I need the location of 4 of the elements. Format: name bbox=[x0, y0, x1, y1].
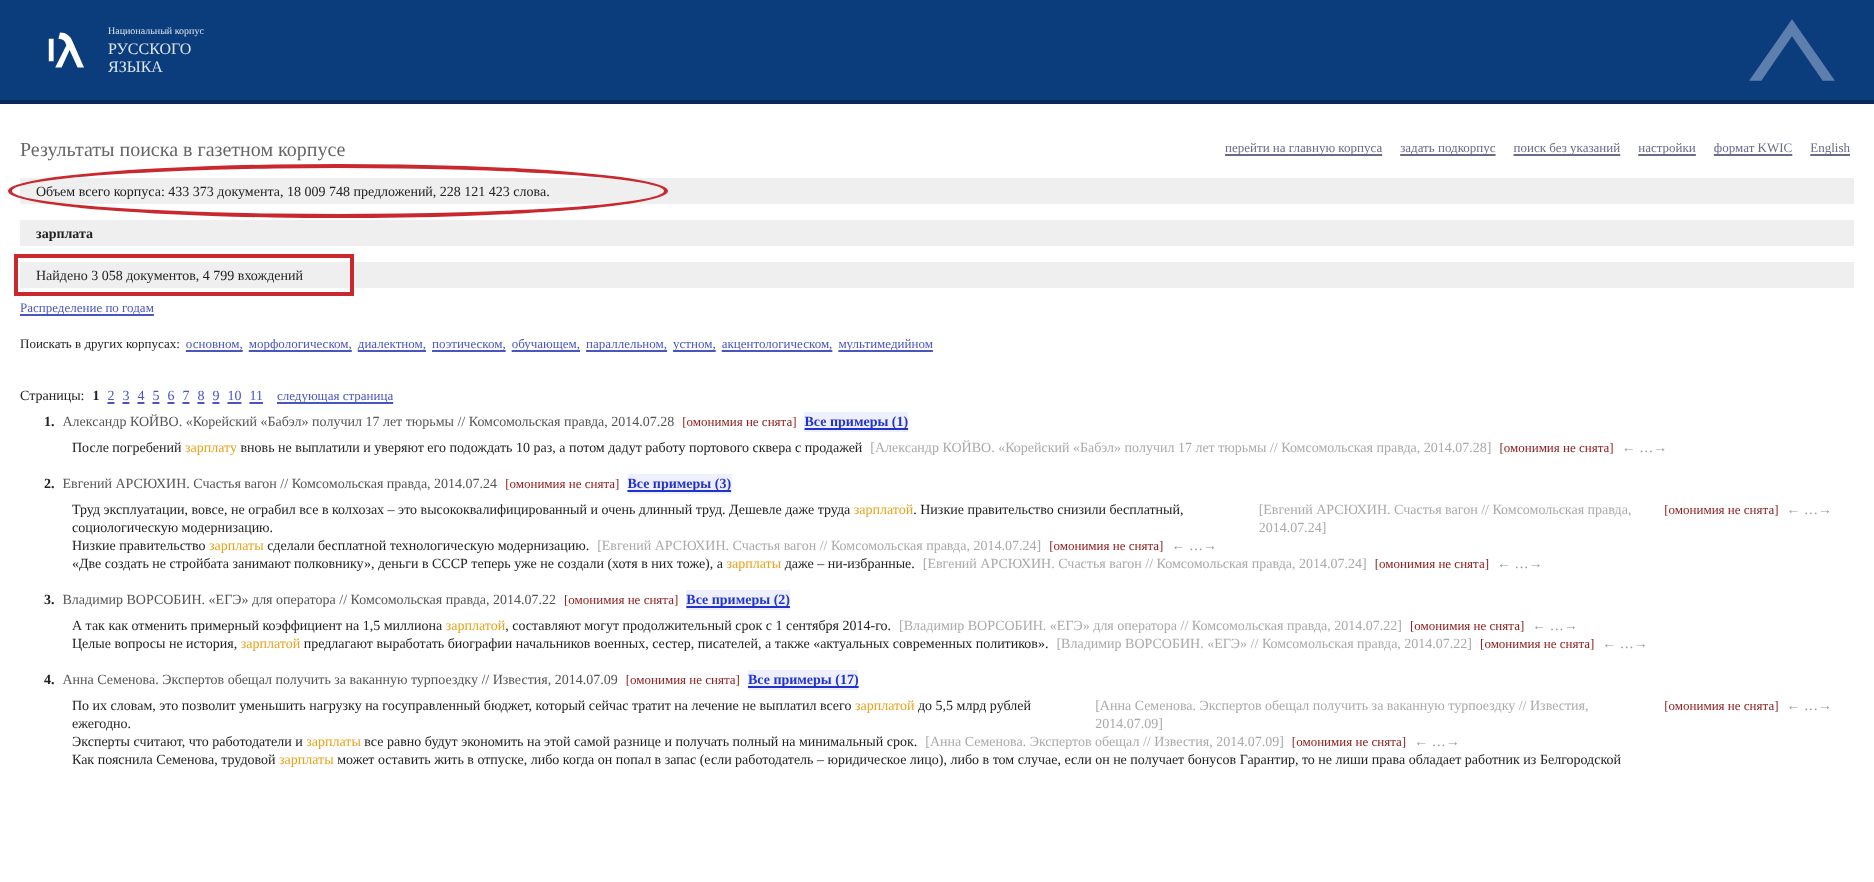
logo-text: ЯЗЫКА bbox=[108, 57, 165, 75]
page-title: Результаты поиска в газетном корпусе bbox=[20, 140, 346, 162]
triangle-icon bbox=[1746, 16, 1838, 84]
logo-text: РУССКОГО bbox=[108, 39, 194, 57]
